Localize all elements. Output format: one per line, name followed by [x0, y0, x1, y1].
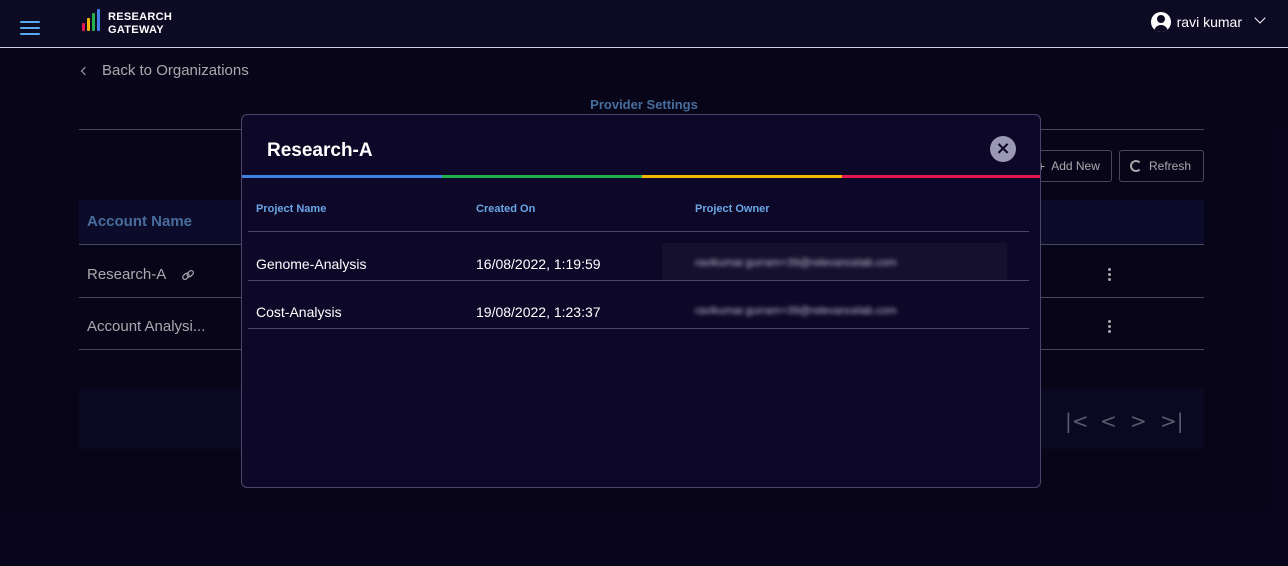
rainbow-divider [242, 175, 1040, 178]
user-menu[interactable]: ravi kumar [1150, 10, 1266, 34]
logo-text: RESEARCH GATEWAY [108, 11, 172, 37]
close-icon[interactable]: × [990, 136, 1016, 162]
project-owner: ravikumar.gurram+39@relevancelab.com [695, 257, 897, 269]
modal-title: Research-A [267, 140, 373, 161]
column-header-created-on: Created On [476, 203, 536, 215]
created-on: 19/08/2022, 1:23:37 [476, 304, 601, 320]
logo-mark-icon [80, 9, 104, 39]
divider [248, 231, 1029, 232]
column-header-project-owner: Project Owner [695, 203, 770, 215]
logo-line2: GATEWAY [108, 24, 164, 36]
created-on: 16/08/2022, 1:19:59 [476, 256, 601, 272]
project-name[interactable]: Cost-Analysis [256, 304, 342, 320]
user-avatar-icon [1150, 12, 1171, 32]
divider [248, 328, 1029, 329]
logo[interactable]: RESEARCH GATEWAY [80, 8, 172, 40]
project-name[interactable]: Genome-Analysis [256, 256, 367, 272]
column-header-project-name: Project Name [256, 203, 327, 215]
project-owner: ravikumar.gurram+39@relevancelab.com [695, 305, 897, 317]
menu-icon[interactable] [20, 21, 40, 35]
chevron-down-icon[interactable] [1254, 12, 1266, 24]
projects-modal: Research-A × Project Name Created On Pro… [241, 114, 1041, 488]
user-name: ravi kumar [1176, 14, 1242, 30]
top-bar: RESEARCH GATEWAY ravi kumar [0, 0, 1288, 48]
divider [248, 280, 1029, 281]
logo-line1: RESEARCH [108, 11, 173, 23]
